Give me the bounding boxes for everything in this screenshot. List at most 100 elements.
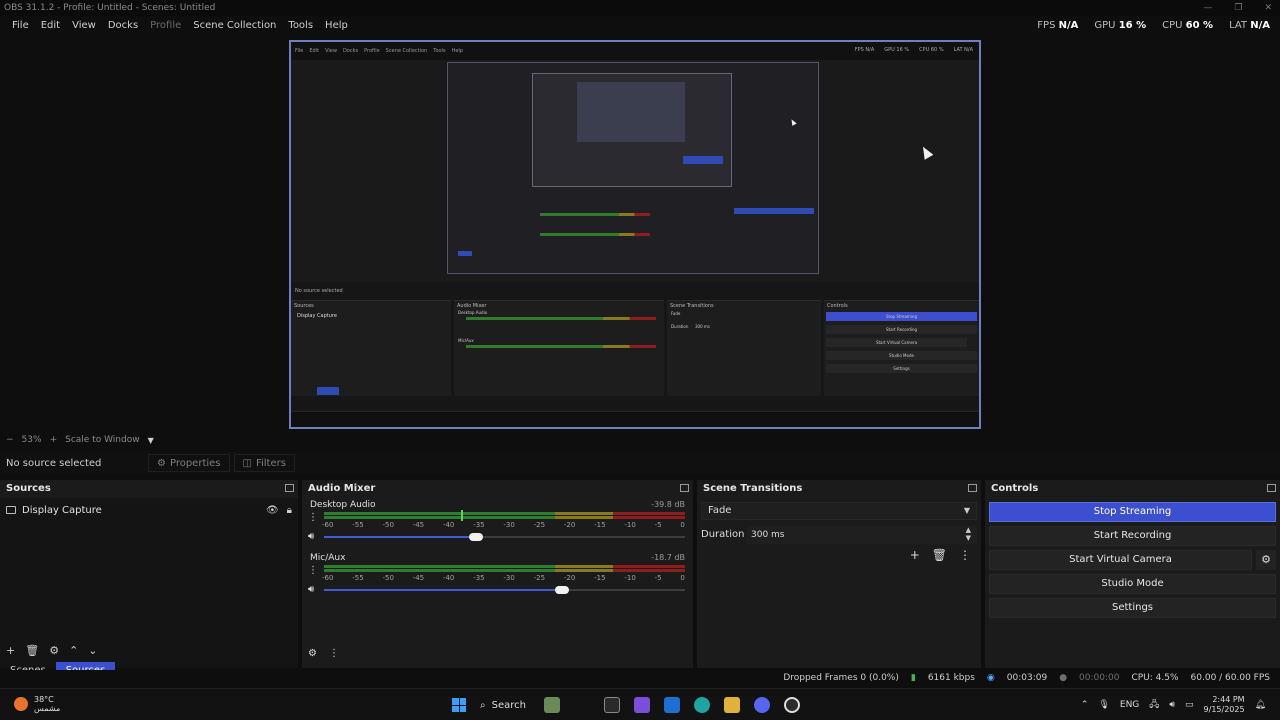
virtual-camera-settings-icon[interactable]: ⚙ xyxy=(1256,550,1276,570)
meter-tick-label: -60 xyxy=(322,574,334,582)
volume-slider-handle[interactable] xyxy=(468,533,483,541)
filters-button[interactable]: ◫ Filters xyxy=(233,454,295,472)
meter-tick-label: -50 xyxy=(382,521,394,529)
speaker-icon[interactable]: 🔊︎ xyxy=(308,531,314,542)
network-icon[interactable]: 🖧︎ xyxy=(1149,697,1159,713)
task-view-icon[interactable] xyxy=(604,697,620,713)
notification-icon[interactable]: 🔔︎ xyxy=(1255,700,1266,710)
weather-widget[interactable]: 38°C مشمس xyxy=(14,695,60,713)
kebab-menu-icon[interactable]: ⋮ xyxy=(308,512,318,523)
meter-tick-label: -10 xyxy=(624,574,636,582)
nested-source: Display Capture xyxy=(297,313,337,319)
nested-menu-item: Edit xyxy=(309,48,320,54)
outlook-icon[interactable] xyxy=(664,697,680,713)
fps-stat: FPS N/A xyxy=(1037,19,1079,31)
eye-icon[interactable]: 👁 xyxy=(266,505,279,516)
obs-icon[interactable] xyxy=(784,697,800,713)
microphone-icon[interactable]: 🎙︎ xyxy=(1098,700,1109,710)
add-icon[interactable]: + xyxy=(6,644,15,657)
controls-body: Stop Streaming Start Recording Start Vir… xyxy=(985,498,1280,668)
menu-docks[interactable]: Docks xyxy=(102,20,144,31)
lock-icon[interactable]: 🔒︎ xyxy=(287,505,292,516)
dock-title: Scene Transitions xyxy=(703,482,803,494)
zoom-out-button[interactable]: − xyxy=(6,435,14,445)
meter-ticks: -60 -55 -50 -45 -40 -35 -30 -25 -20 -15 -10 -5 0 xyxy=(322,574,687,584)
undock-icon[interactable] xyxy=(1267,484,1276,492)
chevron-down-icon[interactable]: ▼ xyxy=(148,436,154,445)
nested-channel: Mic/Aux xyxy=(458,338,474,343)
trash-icon[interactable]: 🗑︎ xyxy=(25,644,39,657)
maximize-button[interactable]: ❐ xyxy=(1234,0,1242,16)
volume-slider[interactable] xyxy=(324,533,685,541)
windows-start-icon[interactable] xyxy=(452,698,466,712)
menu-scene-collection[interactable]: Scene Collection xyxy=(187,20,282,31)
advanced-audio-icon[interactable]: ⚙ xyxy=(308,648,317,659)
meter-tick-label: -10 xyxy=(624,521,636,529)
nested-blue-block xyxy=(734,208,814,214)
nested-sources: Sources Display Capture xyxy=(291,300,451,396)
program-preview[interactable]: File Edit View Docks Profile Scene Colle… xyxy=(289,40,981,429)
nested-control: Start Virtual Camera xyxy=(826,338,967,347)
gear-icon[interactable]: ⚙ xyxy=(49,644,59,657)
zoom-in-button[interactable]: + xyxy=(50,435,58,445)
undock-icon[interactable] xyxy=(968,484,977,492)
filter-icon: ◫ xyxy=(242,457,252,469)
stop-streaming-button[interactable]: Stop Streaming xyxy=(989,502,1276,522)
volume-slider[interactable] xyxy=(324,586,685,594)
duration-input[interactable]: 300 ms ▲ ▼ xyxy=(747,526,977,544)
kebab-menu-icon[interactable]: ⋮ xyxy=(959,548,971,562)
edge-icon[interactable] xyxy=(694,697,710,713)
chevron-up-icon[interactable]: ⌃ xyxy=(1081,700,1089,710)
spinner-icon[interactable]: ▲ ▼ xyxy=(966,526,971,542)
start-virtual-camera-button[interactable]: Start Virtual Camera xyxy=(989,550,1252,570)
kebab-menu-icon[interactable]: ⋮ xyxy=(308,565,318,576)
record-icon: ● xyxy=(1059,673,1068,683)
trash-icon[interactable]: 🗑︎ xyxy=(932,548,947,562)
scale-mode[interactable]: Scale to Window xyxy=(65,435,139,445)
add-icon[interactable]: + xyxy=(910,548,920,562)
meter-tick-label: -20 xyxy=(563,521,576,529)
preview-area[interactable]: File Edit View Docks Profile Scene Colle… xyxy=(0,34,1280,432)
kebab-menu-icon[interactable]: ⋮ xyxy=(329,648,339,659)
volume-slider-handle[interactable] xyxy=(555,586,570,594)
minimize-button[interactable]: — xyxy=(1203,0,1212,16)
menu-file[interactable]: File xyxy=(6,20,35,31)
menu-tools[interactable]: Tools xyxy=(282,20,319,31)
clock[interactable]: 2:44 PM 9/15/2025 xyxy=(1204,695,1245,715)
settings-button[interactable]: Settings xyxy=(989,598,1276,618)
menu-view[interactable]: View xyxy=(66,20,102,31)
menu-edit[interactable]: Edit xyxy=(35,20,66,31)
start-recording-button[interactable]: Start Recording xyxy=(989,526,1276,546)
meter-tick-label: -60 xyxy=(322,521,334,529)
volume-icon[interactable]: 🔊︎ xyxy=(1169,700,1175,710)
move-up-icon[interactable]: ⌃ xyxy=(69,644,78,657)
menu-help[interactable]: Help xyxy=(319,20,354,31)
discord-icon[interactable] xyxy=(754,697,770,713)
close-button[interactable]: ✕ xyxy=(1264,0,1272,16)
transition-select[interactable]: Fade ▼ xyxy=(701,502,977,520)
copilot-icon[interactable] xyxy=(634,697,650,713)
nested-control: Settings xyxy=(826,364,977,373)
stream-icon: ◉ xyxy=(986,673,995,683)
speaker-icon[interactable]: 🔊︎ xyxy=(308,584,314,595)
studio-mode-button[interactable]: Studio Mode xyxy=(989,574,1276,594)
record-time: 00:00:00 xyxy=(1079,673,1120,683)
undock-icon[interactable] xyxy=(680,484,689,492)
volume-slider-fill xyxy=(324,589,563,591)
source-item[interactable]: Display Capture 👁 🔒︎ xyxy=(6,502,292,518)
sources-list[interactable]: Display Capture 👁 🔒︎ + 🗑︎ ⚙ ⌃ ⌄ Scenes S… xyxy=(0,498,298,680)
properties-button[interactable]: ⚙ Properties xyxy=(148,454,230,472)
language-indicator[interactable]: ENG xyxy=(1120,700,1139,710)
mixer-header: Audio Mixer xyxy=(302,480,693,496)
nested-meter xyxy=(466,345,656,348)
nested-panel-title: Scene Transitions xyxy=(670,303,714,309)
menu-profile[interactable]: Profile xyxy=(144,20,187,31)
zoom-level: 53% xyxy=(21,435,42,445)
nested-panel-title: Sources xyxy=(294,303,314,309)
taskbar-search[interactable]: ⌕ Search xyxy=(480,695,590,715)
undock-icon[interactable] xyxy=(285,484,294,492)
meter-tick-label: -30 xyxy=(503,521,515,529)
move-down-icon[interactable]: ⌄ xyxy=(88,644,97,657)
battery-icon[interactable]: ▭ xyxy=(1185,700,1194,710)
file-explorer-icon[interactable] xyxy=(724,697,740,713)
